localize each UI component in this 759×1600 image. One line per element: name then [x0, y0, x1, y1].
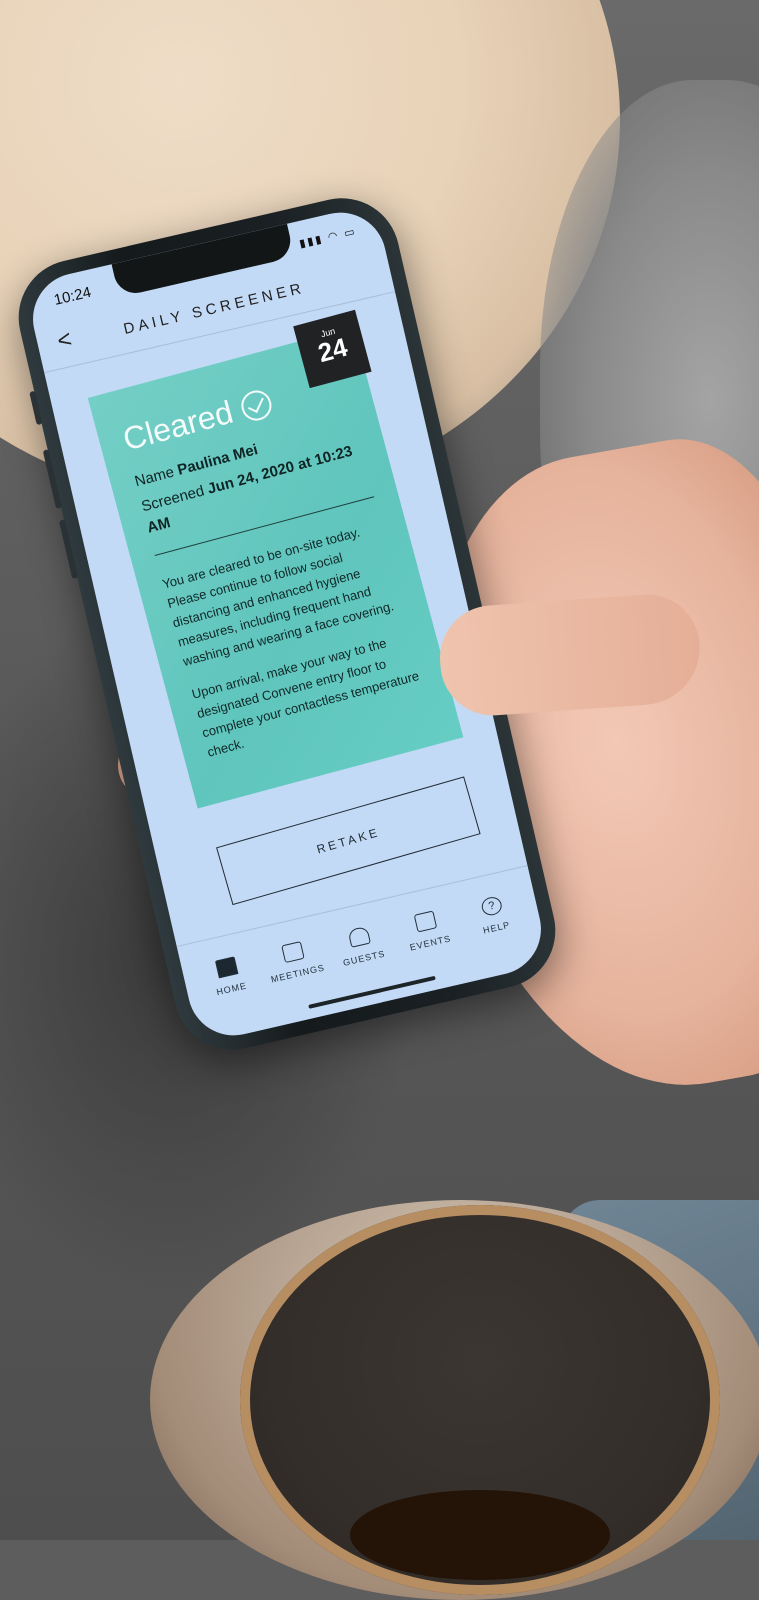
status-icons: ▮▮▮ ◠ ▭ [298, 224, 358, 250]
status-time: 10:24 [52, 283, 93, 309]
tab-label: EVENTS [408, 933, 453, 953]
tab-home[interactable]: HOME [193, 951, 265, 1001]
wifi-icon: ◠ [326, 229, 341, 244]
calendar-icon [281, 941, 305, 964]
index-finger [436, 591, 704, 719]
name-label: Name [132, 463, 176, 491]
tab-guests[interactable]: GUESTS [325, 921, 397, 971]
signal-icon: ▮▮▮ [298, 233, 325, 251]
home-icon [214, 956, 239, 979]
help-icon: ? [479, 895, 504, 918]
tab-label: GUESTS [342, 948, 387, 968]
tab-help[interactable]: ? HELP [458, 890, 530, 940]
screening-result-card: Jun 24 Cleared Name Paulina Mei Screened… [87, 309, 464, 809]
battery-icon: ▭ [343, 225, 358, 240]
check-circle-icon [237, 386, 275, 424]
tab-label: MEETINGS [269, 962, 326, 985]
coffee-liquid [350, 1490, 610, 1580]
tab-label: HOME [215, 980, 248, 998]
tab-meetings[interactable]: MEETINGS [259, 936, 331, 986]
tab-label: HELP [482, 919, 512, 936]
events-icon [413, 910, 438, 933]
guests-icon [347, 925, 371, 948]
tab-events[interactable]: EVENTS [391, 905, 463, 955]
